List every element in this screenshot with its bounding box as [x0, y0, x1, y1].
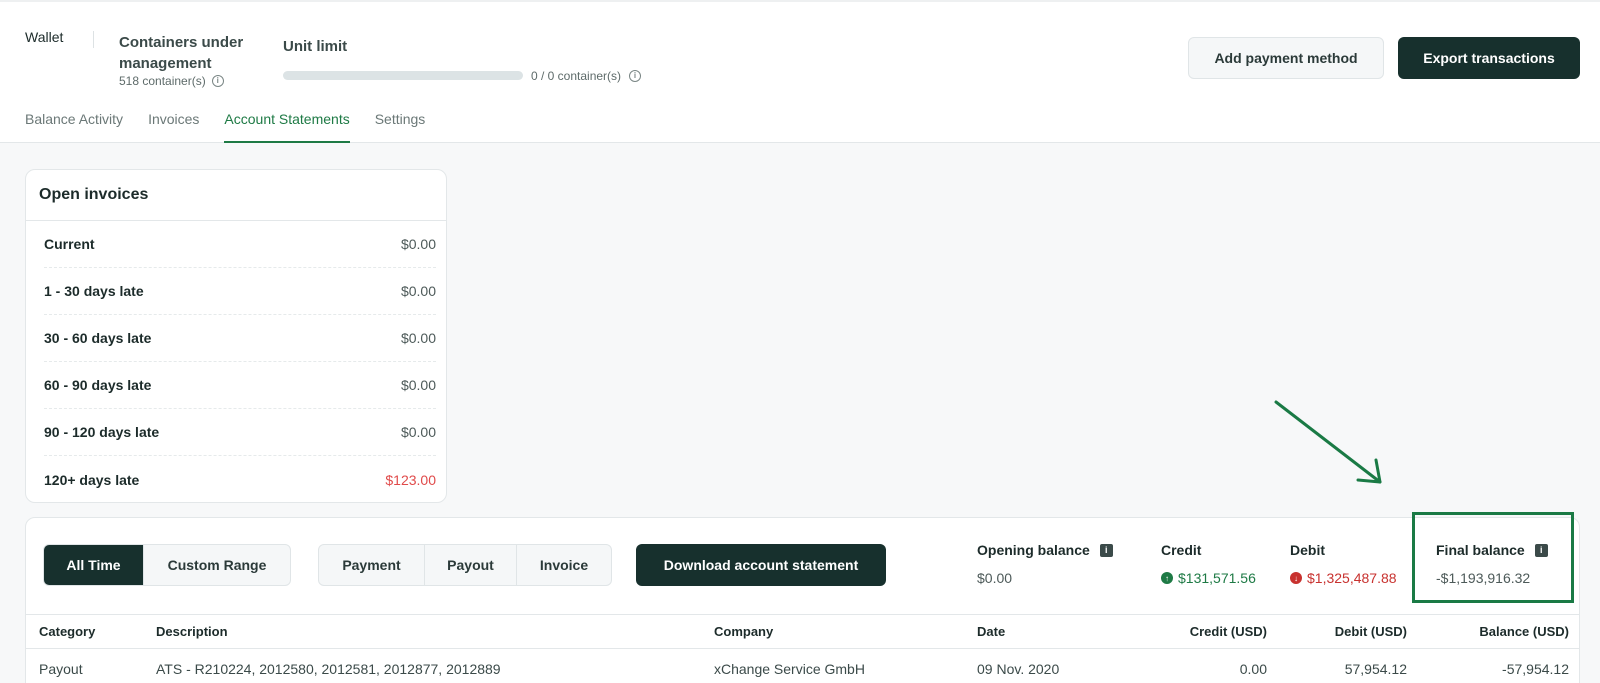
list-item: 90 - 120 days late $0.00 — [44, 409, 436, 456]
aging-label: 60 - 90 days late — [44, 377, 152, 393]
open-invoices-title: Open invoices — [39, 186, 149, 203]
column-header[interactable]: Date — [977, 615, 1005, 648]
annotation-arrow-icon — [1274, 400, 1382, 484]
debit-cell: 57,954.12 — [1344, 661, 1407, 677]
list-item: 30 - 60 days late $0.00 — [44, 315, 436, 362]
column-header[interactable]: Category — [39, 615, 95, 648]
aging-label: 1 - 30 days late — [44, 283, 144, 299]
aging-amount: $0.00 — [400, 283, 436, 299]
annotation-highlight-box — [1412, 512, 1574, 603]
column-header[interactable]: Debit (USD) — [1286, 615, 1407, 648]
list-item: 60 - 90 days late $0.00 — [44, 362, 436, 409]
credit-label: Credit — [1161, 542, 1202, 558]
aging-label: 90 - 120 days late — [44, 424, 160, 440]
credit-total: Credit ↑ $131,571.56 — [1161, 542, 1256, 586]
aging-amount: $0.00 — [400, 330, 436, 346]
tab-account-statements[interactable]: Account Statements — [224, 108, 351, 143]
containers-count: 518 container(s) i — [119, 74, 224, 88]
payout-filter[interactable]: Payout — [425, 545, 517, 585]
column-header[interactable]: Credit (USD) — [1126, 615, 1267, 648]
arrow-down-icon: ↓ — [1290, 572, 1302, 584]
invoice-filter[interactable]: Invoice — [517, 545, 611, 585]
credit-cell: 0.00 — [1239, 661, 1267, 677]
containers-count-text: 518 container(s) — [119, 74, 206, 88]
aging-label: Current — [44, 236, 95, 252]
download-account-statement-button[interactable]: Download account statement — [636, 544, 886, 586]
debit-total: Debit ↓ $1,325,487.88 — [1290, 542, 1397, 586]
transactions-table-header: Category Description Company Date Credit… — [26, 614, 1579, 649]
date-range-toggle: All Time Custom Range — [43, 544, 291, 586]
open-invoices-card: Open invoices Current $0.00 1 - 30 days … — [25, 169, 447, 503]
wallet-header: Wallet Containers under management 518 c… — [0, 0, 1600, 143]
list-item: Current $0.00 — [44, 221, 436, 268]
arrow-up-icon: ↑ — [1161, 572, 1173, 584]
all-time-option[interactable]: All Time — [44, 545, 144, 585]
opening-balance-label: Opening balance — [977, 542, 1090, 558]
balance-cell: -57,954.12 — [1502, 661, 1569, 677]
aging-amount: $0.00 — [400, 236, 436, 252]
credit-value-wrap: ↑ $131,571.56 — [1161, 570, 1256, 586]
payment-filter[interactable]: Payment — [319, 545, 425, 585]
list-item: 1 - 30 days late $0.00 — [44, 268, 436, 315]
opening-balance-value: $0.00 — [977, 570, 1013, 586]
unit-limit-title: Unit limit — [283, 38, 348, 55]
aging-label: 120+ days late — [44, 471, 140, 488]
containers-title: Containers under management — [119, 34, 244, 72]
info-icon[interactable]: i — [1099, 543, 1113, 557]
account-statement-panel: All Time Custom Range Payment Payout Inv… — [25, 517, 1580, 683]
tab-settings[interactable]: Settings — [375, 108, 426, 143]
aging-label: 30 - 60 days late — [44, 330, 152, 346]
column-header[interactable]: Company — [714, 615, 773, 648]
credit-value: $131,571.56 — [1178, 570, 1256, 586]
unit-limit-usage: 0 / 0 container(s) i — [531, 69, 642, 83]
wallet-title: Wallet — [25, 29, 64, 45]
tab-balance-activity[interactable]: Balance Activity — [25, 108, 123, 143]
opening-balance: Opening balance i $0.00 — [977, 542, 1113, 586]
transaction-type-filter: Payment Payout Invoice — [318, 544, 612, 586]
top-border — [0, 0, 1600, 2]
debit-value: $1,325,487.88 — [1307, 570, 1397, 586]
open-invoices-list: Current $0.00 1 - 30 days late $0.00 30 … — [44, 221, 436, 503]
tab-invoices[interactable]: Invoices — [148, 108, 199, 143]
table-row[interactable]: Payout ATS - R210224, 2012580, 2012581, … — [26, 649, 1579, 683]
category-cell: Payout — [39, 661, 83, 677]
custom-range-option[interactable]: Custom Range — [144, 545, 290, 585]
debit-label: Debit — [1290, 542, 1325, 558]
company-cell: xChange Service GmbH — [714, 661, 865, 677]
unit-limit-usage-text: 0 / 0 container(s) — [531, 69, 622, 83]
aging-amount: $0.00 — [400, 377, 436, 393]
export-transactions-button[interactable]: Export transactions — [1398, 37, 1580, 79]
info-icon[interactable]: i — [629, 70, 642, 82]
debit-value-wrap: ↓ $1,325,487.88 — [1290, 570, 1397, 586]
list-item: 120+ days late $123.00 — [44, 456, 436, 503]
description-cell: ATS - R210224, 2012580, 2012581, 2012877… — [156, 661, 501, 677]
wallet-tabs: Balance Activity Invoices Account Statem… — [25, 108, 425, 143]
header-divider — [93, 31, 94, 48]
aging-amount: $123.00 — [385, 471, 436, 488]
column-header[interactable]: Balance (USD) — [1426, 615, 1569, 648]
date-cell: 09 Nov. 2020 — [977, 661, 1060, 677]
column-header[interactable]: Description — [156, 615, 228, 648]
add-payment-method-button[interactable]: Add payment method — [1188, 37, 1384, 79]
info-icon[interactable]: i — [211, 75, 224, 87]
aging-amount: $0.00 — [400, 424, 436, 440]
unit-limit-progress-bar — [283, 71, 523, 80]
